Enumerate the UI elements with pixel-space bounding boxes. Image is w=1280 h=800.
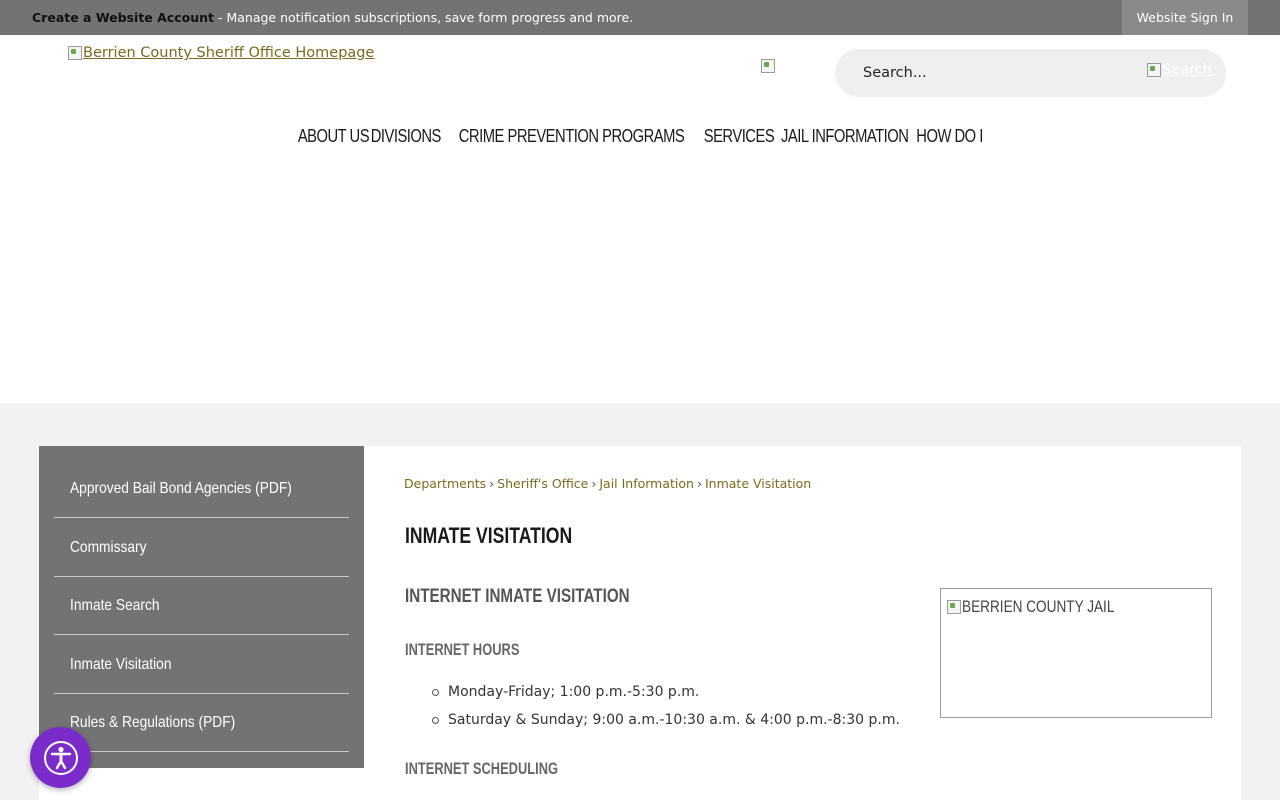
breadcrumb-separator: › (591, 476, 597, 491)
list-item: Saturday & Sunday; 9:00 a.m.-10:30 a.m. … (430, 710, 900, 738)
sidebar-item-inmate-search[interactable]: Inmate Search (54, 577, 349, 635)
breadcrumb: Departments › Sheriff's Office › Jail Inform… (404, 476, 811, 491)
search-button[interactable]: Search (1146, 62, 1212, 78)
jail-image-alt: Berrien County Jail (946, 597, 1153, 617)
nav-crime-prevention-programs[interactable]: Crime Prevention Programs (459, 126, 685, 147)
create-account-link[interactable]: Create a Website Account (32, 10, 214, 25)
list-item: Monday-Friday; 1:00 p.m.-5:30 p.m. (430, 682, 900, 710)
broken-image-icon (67, 45, 83, 61)
sidebar-item-commissary[interactable]: Commissary (54, 519, 349, 577)
main-navigation: About Us Divisions Crime Prevention Prog… (0, 126, 1280, 147)
notification-bar: Create a Website Account - Manage notifi… (0, 0, 1280, 35)
logo-alt-text: Berrien County Sheriff Office Homepage (83, 45, 375, 61)
breadcrumb-sheriffs-office[interactable]: Sheriff's Office (497, 476, 588, 491)
breadcrumb-departments[interactable]: Departments (404, 476, 486, 491)
sidebar-item-label: Rules & Regulations (PDF) (70, 713, 236, 731)
jail-image-alt-text: Berrien County Jail (962, 597, 1115, 616)
hours-list: Monday-Friday; 1:00 p.m.-5:30 p.m. Satur… (430, 682, 900, 738)
breadcrumb-inmate-visitation[interactable]: Inmate Visitation (705, 476, 811, 491)
sidebar-item-approved-bail-bond-agencies[interactable]: Approved Bail Bond Agencies (PDF) (54, 460, 349, 518)
breadcrumb-separator: › (696, 476, 702, 491)
sidebar-item-label: Commissary (70, 538, 147, 556)
jail-image: Berrien County Jail (940, 588, 1212, 718)
create-account-description: - Manage notification subscriptions, sav… (214, 10, 634, 25)
sidebar-item-label: Inmate Search (70, 596, 160, 614)
sidebar-item-inmate-visitation[interactable]: Inmate Visitation (54, 636, 349, 694)
scheduling-heading: Internet Scheduling (405, 760, 559, 778)
website-sign-in-button[interactable]: Website Sign In (1122, 0, 1248, 35)
nav-services[interactable]: Services (703, 126, 774, 147)
sidebar-item-label: Inmate Visitation (70, 655, 172, 673)
search-icon (1146, 62, 1162, 78)
accessibility-widget-button[interactable] (30, 727, 91, 788)
hours-heading: Internet Hours (405, 641, 520, 659)
search-bar: Search (835, 49, 1226, 97)
sidebar-item-rules-regulations[interactable]: Rules & Regulations (PDF) (54, 694, 349, 752)
nav-how-do-i[interactable]: How Do I (916, 126, 983, 147)
sidebar-item-label: Approved Bail Bond Agencies (PDF) (70, 479, 292, 497)
broken-image-icon (946, 599, 962, 615)
page-title: Inmate Visitation (405, 523, 573, 548)
create-account-message: Create a Website Account - Manage notifi… (32, 10, 633, 25)
section-title: Internet Inmate Visitation (405, 586, 630, 607)
accessibility-icon (43, 740, 78, 775)
search-button-label: Search (1162, 62, 1212, 78)
nav-jail-information[interactable]: Jail Information (781, 126, 909, 147)
breadcrumb-jail-information[interactable]: Jail Information (599, 476, 694, 491)
header-image-icon (760, 58, 776, 74)
breadcrumb-separator: › (489, 476, 495, 491)
sidebar-menu: Approved Bail Bond Agencies (PDF) Commis… (39, 446, 364, 768)
search-input[interactable] (855, 49, 1145, 97)
nav-about-us[interactable]: About Us (298, 126, 370, 147)
homepage-logo-link[interactable]: Berrien County Sheriff Office Homepage (67, 45, 374, 61)
nav-divisions[interactable]: Divisions (371, 126, 442, 147)
